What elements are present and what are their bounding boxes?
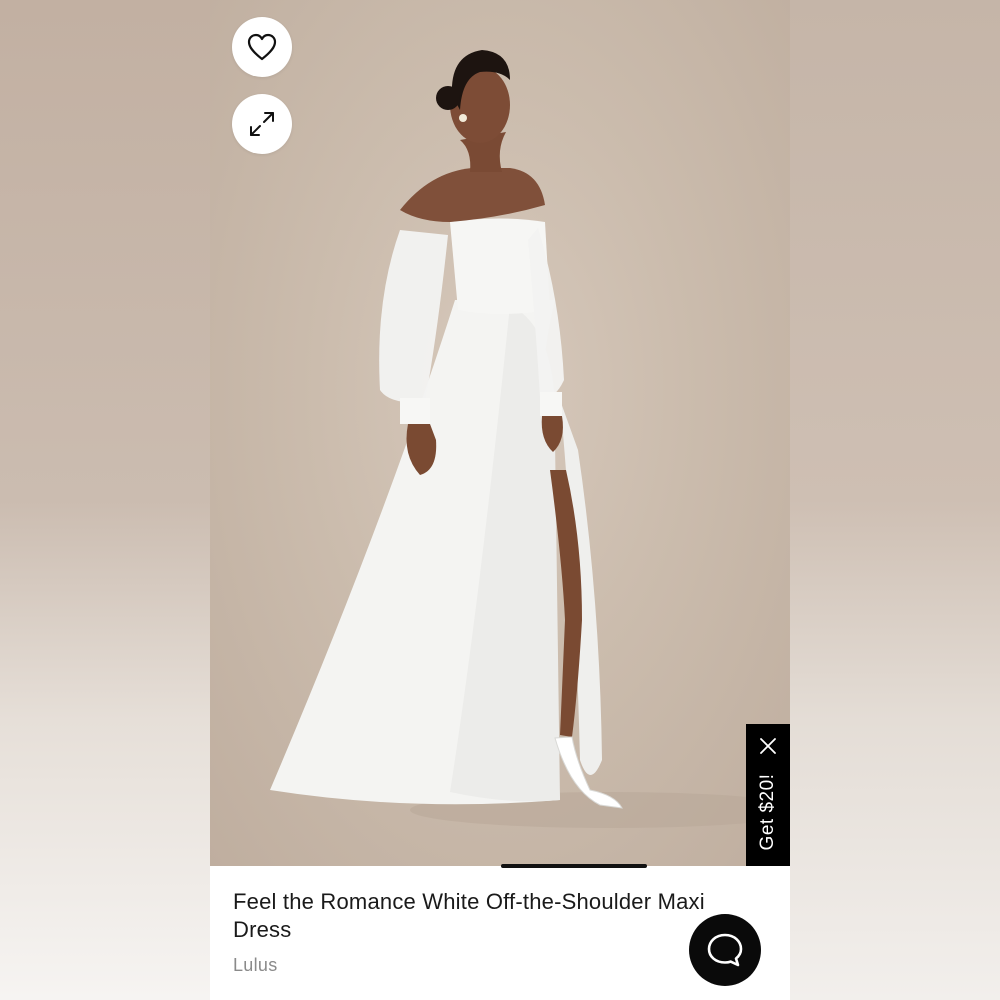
model-in-dress-illustration (270, 50, 790, 828)
chat-bubble-icon (707, 933, 743, 967)
promo-tab[interactable]: Get $20! (746, 724, 790, 866)
product-photo[interactable]: Get $20! (210, 0, 790, 866)
heart-icon (247, 33, 277, 61)
product-page: Get $20! Feel the Romance White Off-the-… (210, 0, 790, 1000)
expand-arrows-icon (250, 112, 274, 136)
close-icon[interactable] (758, 736, 778, 756)
chat-button[interactable] (689, 914, 761, 986)
expand-image-button[interactable] (232, 94, 292, 154)
screenshot-frame: Get $20! Feel the Romance White Off-the-… (0, 0, 1000, 1000)
blurred-background-right (790, 0, 1000, 1000)
promo-label[interactable]: Get $20! (757, 774, 779, 851)
brand-link[interactable]: Lulus (233, 955, 278, 976)
product-title: Feel the Romance White Off-the-Shoulder … (233, 889, 705, 942)
favorite-button[interactable] (232, 17, 292, 77)
blurred-background-left (0, 0, 210, 1000)
